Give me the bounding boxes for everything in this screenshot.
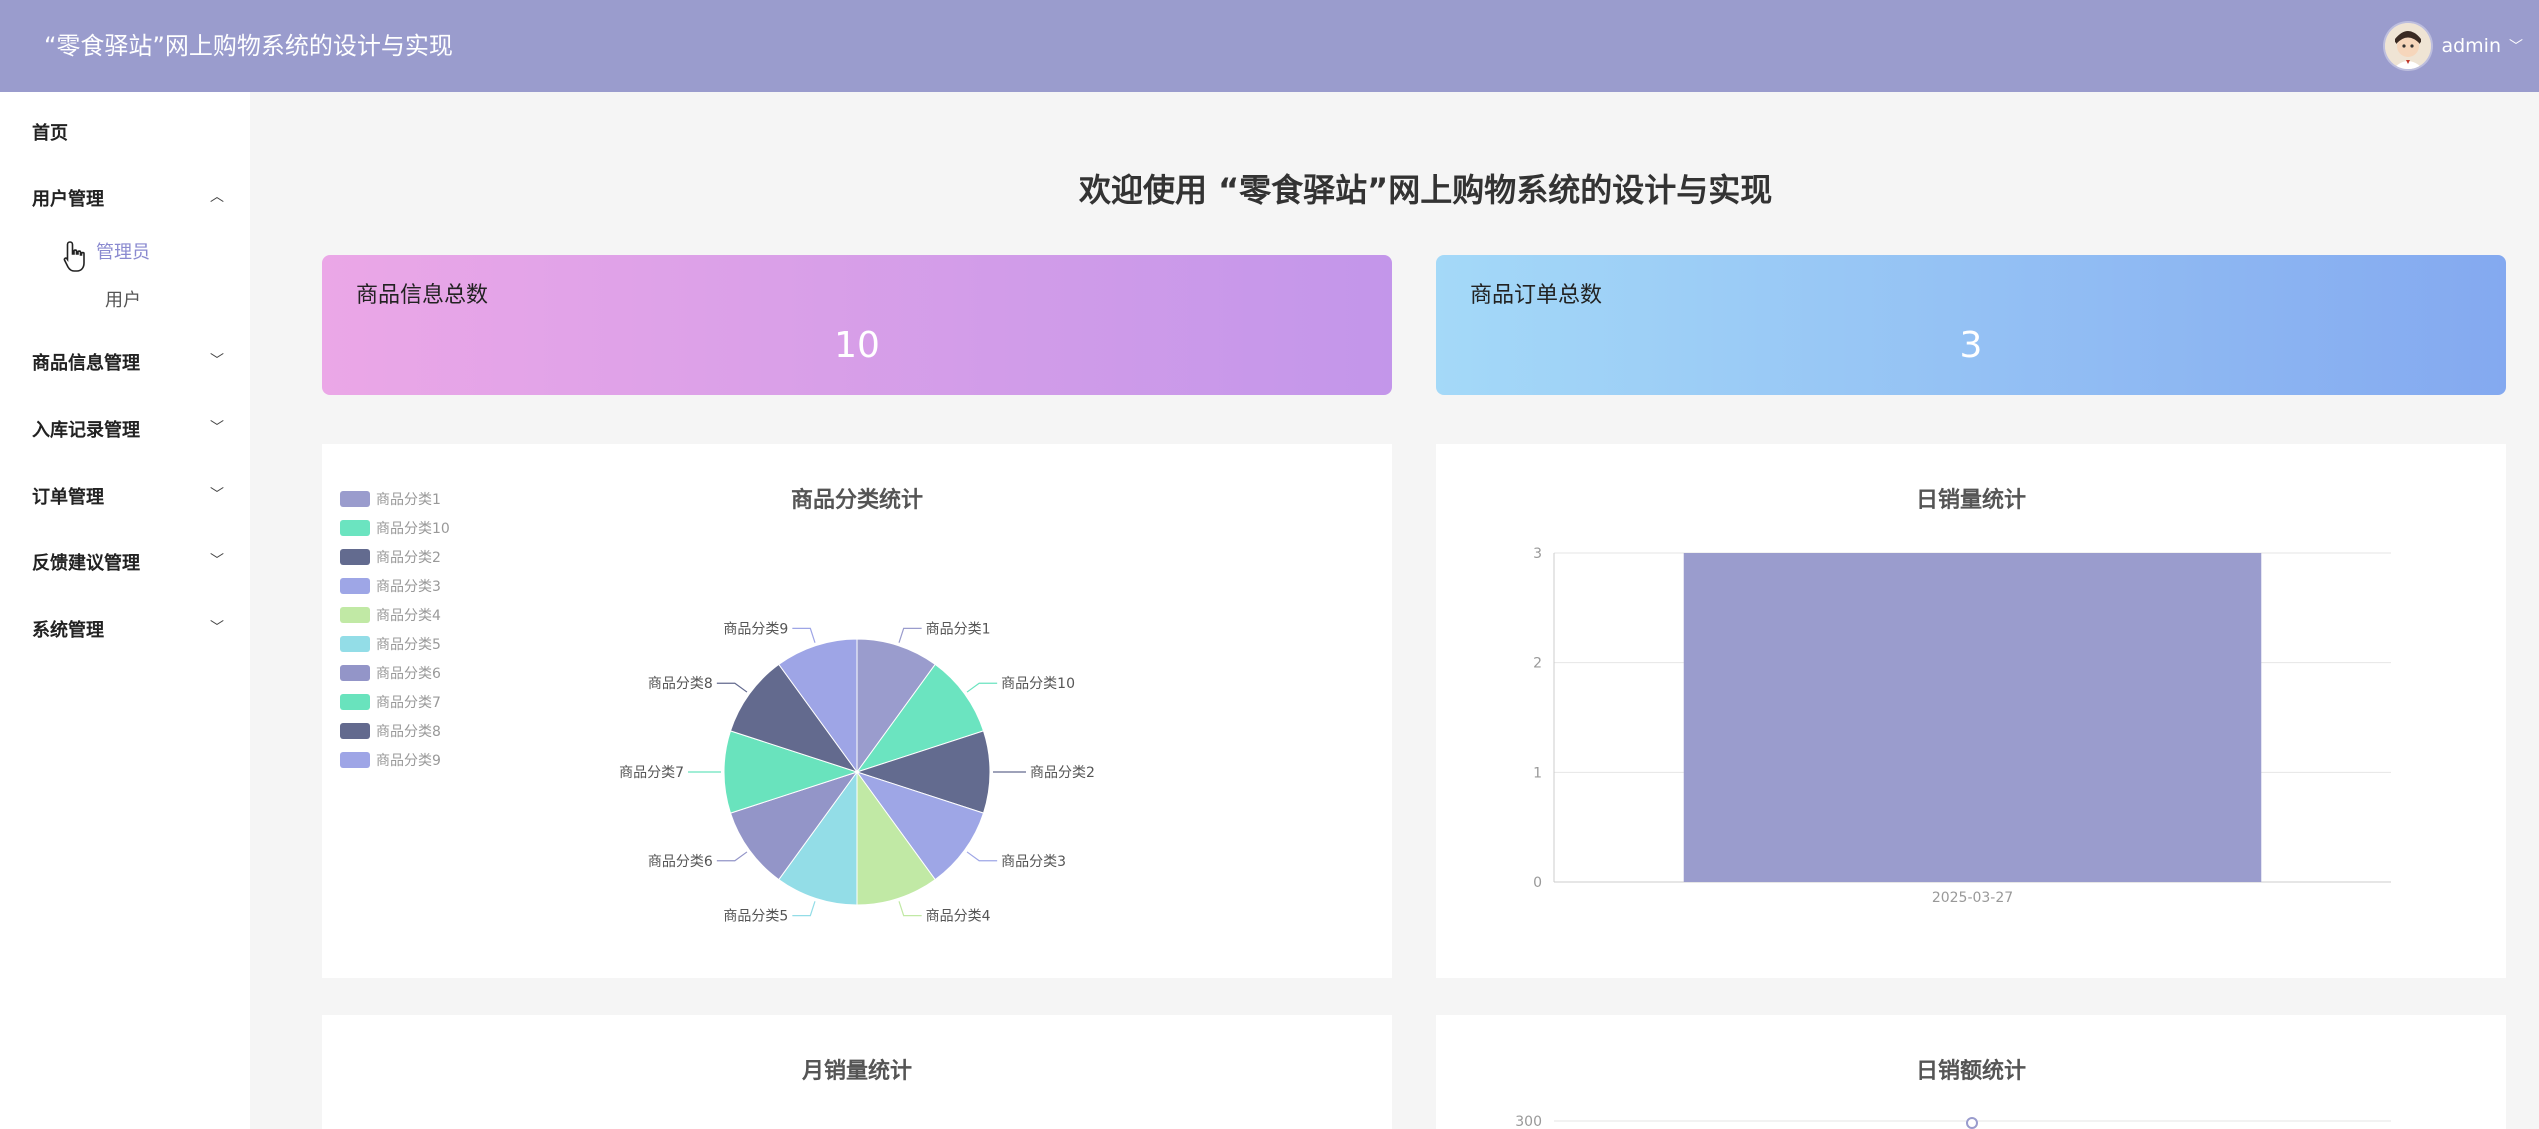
chart-title: 月销量统计: [801, 1059, 912, 1084]
card-value: 10: [834, 325, 880, 366]
pie-label: 商品分类4: [926, 909, 991, 925]
line-chart: 300: [1515, 1114, 2391, 1129]
chevron-down-icon[interactable]: ﹀: [210, 484, 224, 504]
chevron-down-icon[interactable]: ﹀: [210, 350, 224, 370]
hand-cursor-icon: [62, 240, 88, 278]
bar-chart: 0 1 2 3 2025-03-27: [1533, 546, 2391, 906]
pie-chart: 商品分类1 商品分类10 商品分类2 商品分类3 商品分类4 商品分类5 商品分类6 商品分类…: [619, 621, 1095, 925]
sidebar: 首页 用户管理 ︿ 管理员 用户 商品信息管理 ﹀ 入库记录管理 ﹀ 订单管理 …: [0, 92, 250, 1129]
sidebar-item-stock-mgmt[interactable]: 入库记录管理: [32, 416, 140, 442]
chevron-down-icon[interactable]: ﹀: [210, 617, 224, 637]
sidebar-item-home[interactable]: 首页: [32, 119, 68, 145]
pie-label: 商品分类2: [1030, 765, 1095, 781]
app-title: “零食驿站”网上购物系统的设计与实现: [44, 32, 453, 60]
category-pie-panel: 商品分类统计 商品分类1 商品分类10 商品分类2 商品分类3 商品分类4 商品分类5 商品…: [322, 444, 1392, 978]
bar[interactable]: [1683, 553, 2262, 882]
order-total-card: 商品订单总数 3: [1436, 255, 2506, 395]
pie-label: 商品分类6: [648, 854, 713, 870]
sidebar-item-user-mgmt[interactable]: 用户管理: [32, 185, 104, 211]
pie-label: 商品分类1: [926, 621, 991, 637]
page-title: 欢迎使用 “零食驿站”网上购物系统的设计与实现: [1079, 171, 1773, 209]
sidebar-item-user[interactable]: 用户: [105, 286, 141, 312]
card-value: 3: [1959, 325, 1983, 366]
user-menu[interactable]: admin ﹀: [2385, 22, 2523, 70]
line-point[interactable]: [1966, 1117, 1978, 1129]
y-tick-label: 0: [1533, 875, 1542, 891]
y-tick-label: 300: [1515, 1114, 1542, 1129]
chevron-down-icon[interactable]: ﹀: [210, 550, 224, 570]
pie-label-line: [792, 901, 816, 917]
sidebar-item-admin[interactable]: 管理员: [96, 238, 150, 264]
pie-label: 商品分类3: [1001, 854, 1066, 870]
y-tick-label: 1: [1533, 765, 1542, 781]
pie-label-line: [966, 682, 998, 693]
x-tick-label: 2025-03-27: [1932, 890, 2013, 906]
pie-label-line: [716, 851, 748, 862]
y-tick-label: 3: [1533, 546, 1542, 562]
sidebar-item-goods-mgmt[interactable]: 商品信息管理: [32, 349, 140, 375]
pie-label: 商品分类9: [723, 621, 788, 637]
pie-label-line: [966, 851, 998, 862]
username[interactable]: admin: [2441, 35, 2501, 57]
chevron-up-icon[interactable]: ︿: [210, 186, 224, 206]
monthly-sales-panel: 月销量统计: [322, 1015, 1392, 1129]
y-tick-label: 2: [1533, 656, 1542, 672]
pie-label-line: [898, 901, 922, 917]
pie-label-line: [716, 682, 748, 693]
sidebar-item-feedback-mgmt[interactable]: 反馈建议管理: [32, 549, 140, 575]
pie-label-line: [898, 627, 922, 643]
avatar-icon: [2385, 23, 2432, 69]
daily-revenue-panel: 日销额统计 300: [1436, 1015, 2506, 1129]
pie-label: 商品分类7: [619, 765, 684, 781]
daily-sales-panel: 日销量统计 0 1 2 3 2025-03-27: [1436, 444, 2506, 978]
card-label: 商品信息总数: [356, 283, 489, 308]
card-label: 商品订单总数: [1470, 283, 1603, 308]
avatar[interactable]: [2385, 23, 2432, 69]
top-bar: “零食驿站”网上购物系统的设计与实现 admin ﹀: [0, 0, 2539, 92]
sidebar-item-order-mgmt[interactable]: 订单管理: [32, 483, 104, 509]
pie-label-line: [792, 627, 816, 643]
chevron-down-icon[interactable]: ﹀: [210, 417, 224, 437]
pie-label: 商品分类5: [723, 909, 788, 925]
pie-label: 商品分类8: [648, 676, 713, 692]
chevron-down-icon[interactable]: ﹀: [2509, 36, 2523, 56]
pie-label: 商品分类10: [1001, 676, 1075, 692]
goods-total-card: 商品信息总数 10: [322, 255, 1392, 395]
sidebar-item-system-mgmt[interactable]: 系统管理: [32, 616, 104, 642]
